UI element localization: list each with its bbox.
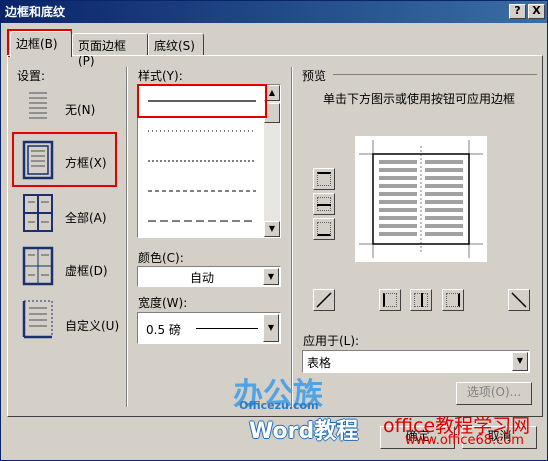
custom-setting-label[interactable]: 自定义(U) <box>65 317 119 334</box>
apply-to-heading: 应用于(L): <box>303 334 360 348</box>
preview-canvas[interactable] <box>355 136 487 262</box>
bottom-border-icon[interactable] <box>313 218 335 240</box>
right-border-icon[interactable] <box>442 289 464 311</box>
color-heading: 颜色(C): <box>138 251 184 265</box>
tab-shading-label: 底纹(S) <box>154 39 195 53</box>
close-button[interactable]: X <box>528 4 545 19</box>
watermark-word: Word教程 <box>249 419 359 444</box>
tab-borders-label: 边框(B) <box>16 37 58 51</box>
left-border-icon[interactable] <box>379 289 401 311</box>
chevron-down-icon[interactable]: ▼ <box>263 268 279 285</box>
inside-vertical-border-icon[interactable] <box>410 289 432 311</box>
all-setting-label[interactable]: 全部(A) <box>65 209 107 226</box>
width-heading: 宽度(W): <box>138 296 188 310</box>
all-setting-icon[interactable] <box>21 192 55 234</box>
none-setting-label[interactable]: 无(N) <box>65 101 95 118</box>
window-title: 边框和底纹 <box>5 5 66 19</box>
width-value: 0.5 磅 <box>146 323 181 337</box>
grid-setting-icon[interactable] <box>21 245 55 287</box>
inside-horizontal-border-icon[interactable] <box>313 193 335 215</box>
preview-heading: 预览 <box>302 69 327 83</box>
style-heading: 样式(Y): <box>138 69 183 83</box>
tab-page-border[interactable]: 页面边框(P) <box>72 33 148 68</box>
preview-rule <box>333 74 537 75</box>
dialog-window: 边框和底纹 ? X 边框(B) 页面边框(P) 底纹(S) 设置: 无(N) 方… <box>0 0 548 461</box>
top-border-icon[interactable] <box>313 168 335 190</box>
custom-setting-icon[interactable] <box>21 298 55 340</box>
chevron-down-icon[interactable]: ▼ <box>512 352 528 371</box>
width-sample-line <box>196 328 258 329</box>
none-setting-icon[interactable] <box>21 86 55 128</box>
watermark-site: Officezu.com <box>239 399 319 412</box>
divider-left <box>126 67 127 407</box>
scroll-down-icon[interactable]: ▼ <box>264 221 280 237</box>
chevron-down-icon[interactable]: ▼ <box>263 314 279 342</box>
highlight-box-setting <box>12 132 117 187</box>
diagonal-up-border-icon[interactable] <box>313 289 335 311</box>
diagonal-down-border-icon[interactable] <box>508 289 530 311</box>
tab-borders[interactable]: 边框(B) <box>10 31 72 57</box>
tab-shading[interactable]: 底纹(S) <box>148 33 204 55</box>
highlight-style <box>137 84 267 118</box>
options-button[interactable]: 选项(O)... <box>456 382 532 405</box>
title-bar: 边框和底纹 ? X <box>1 1 547 23</box>
preview-hint: 单击下方图示或使用按钮可应用边框 <box>322 92 515 106</box>
color-value: 自动 <box>190 271 215 285</box>
apply-to-select[interactable]: 表格 ▼ <box>302 350 530 373</box>
grid-setting-label[interactable]: 虚框(D) <box>65 262 108 279</box>
color-select[interactable]: 自动 ▼ <box>137 266 281 287</box>
divider-right <box>291 67 292 407</box>
settings-heading: 设置: <box>17 69 46 83</box>
width-select[interactable]: 0.5 磅 ▼ <box>137 312 281 344</box>
watermark-red-url: www.office68.com <box>405 433 524 448</box>
help-button[interactable]: ? <box>509 4 526 19</box>
